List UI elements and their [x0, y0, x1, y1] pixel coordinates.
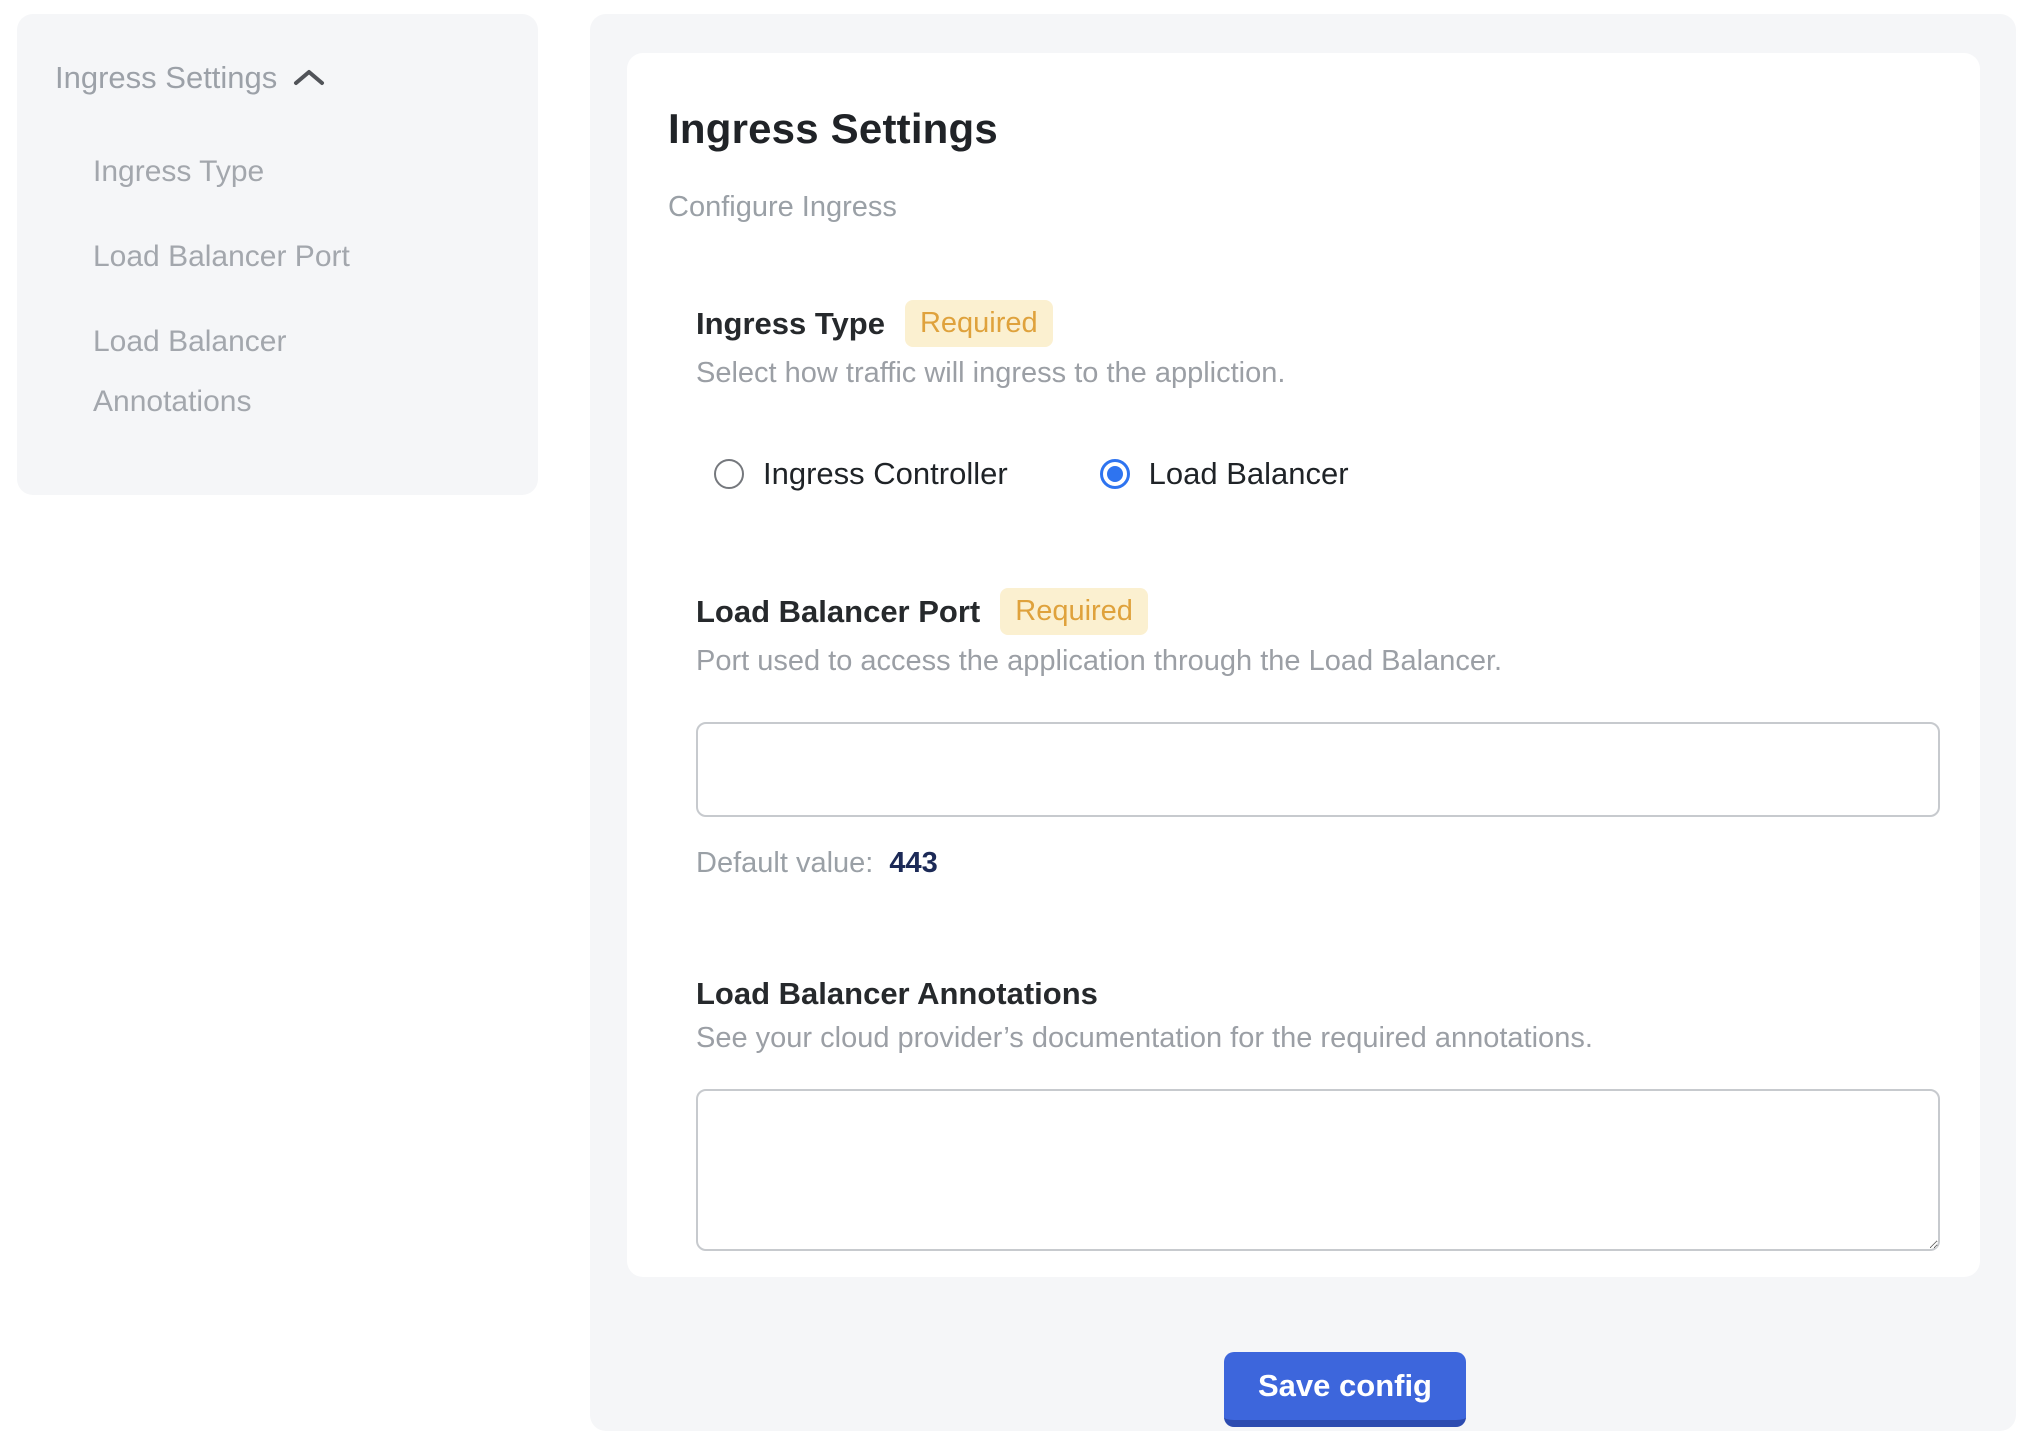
- sidebar-item-load-balancer-annotations[interactable]: Load Balancer Annotations: [93, 312, 403, 432]
- load-balancer-annotations-textarea[interactable]: [696, 1089, 1940, 1251]
- ingress-type-label: Ingress Type: [696, 306, 885, 342]
- load-balancer-annotations-description: See your cloud provider’s documentation …: [696, 1022, 1940, 1055]
- default-value-number: 443: [889, 847, 937, 879]
- settings-sidebar: Ingress Settings Ingress Type Load Balan…: [17, 14, 538, 495]
- radio-unselected-icon[interactable]: [714, 459, 744, 489]
- radio-selected-icon[interactable]: [1100, 459, 1130, 489]
- ingress-type-radio-group: Ingress Controller Load Balancer: [696, 456, 1940, 492]
- sidebar-item-load-balancer-port[interactable]: Load Balancer Port: [93, 227, 403, 287]
- load-balancer-annotations-label: Load Balancer Annotations: [696, 976, 1098, 1012]
- radio-ingress-controller[interactable]: Ingress Controller: [714, 456, 1008, 492]
- section-load-balancer-port: Load Balancer Port Required Port used to…: [696, 588, 1940, 880]
- sidebar-item-list: Ingress Type Load Balancer Port Load Bal…: [55, 142, 498, 432]
- sidebar-section-ingress-settings[interactable]: Ingress Settings: [55, 60, 498, 96]
- section-ingress-type: Ingress Type Required Select how traffic…: [696, 300, 1940, 492]
- load-balancer-port-input[interactable]: [696, 722, 1940, 817]
- sidebar-section-label: Ingress Settings: [55, 60, 277, 96]
- radio-load-balancer[interactable]: Load Balancer: [1100, 456, 1349, 492]
- default-value-line: Default value: 443: [696, 847, 1940, 880]
- main-panel: Ingress Settings Configure Ingress Ingre…: [590, 14, 2016, 1431]
- load-balancer-port-description: Port used to access the application thro…: [696, 645, 1940, 678]
- page-title: Ingress Settings: [668, 105, 1940, 153]
- radio-ingress-controller-label: Ingress Controller: [763, 456, 1008, 492]
- ingress-type-description: Select how traffic will ingress to the a…: [696, 357, 1940, 390]
- section-load-balancer-annotations: Load Balancer Annotations See your cloud…: [696, 976, 1940, 1251]
- ingress-settings-card: Ingress Settings Configure Ingress Ingre…: [627, 53, 1980, 1277]
- save-config-button[interactable]: Save config: [1224, 1352, 1466, 1427]
- radio-load-balancer-label: Load Balancer: [1149, 456, 1349, 492]
- required-badge: Required: [905, 300, 1053, 347]
- chevron-up-icon: [293, 60, 325, 96]
- load-balancer-port-label: Load Balancer Port: [696, 594, 980, 630]
- required-badge: Required: [1000, 588, 1148, 635]
- sidebar-item-ingress-type[interactable]: Ingress Type: [93, 142, 403, 202]
- default-value-label: Default value:: [696, 847, 873, 879]
- settings-sections: Ingress Type Required Select how traffic…: [696, 300, 1940, 1251]
- page-subtitle: Configure Ingress: [668, 191, 1940, 224]
